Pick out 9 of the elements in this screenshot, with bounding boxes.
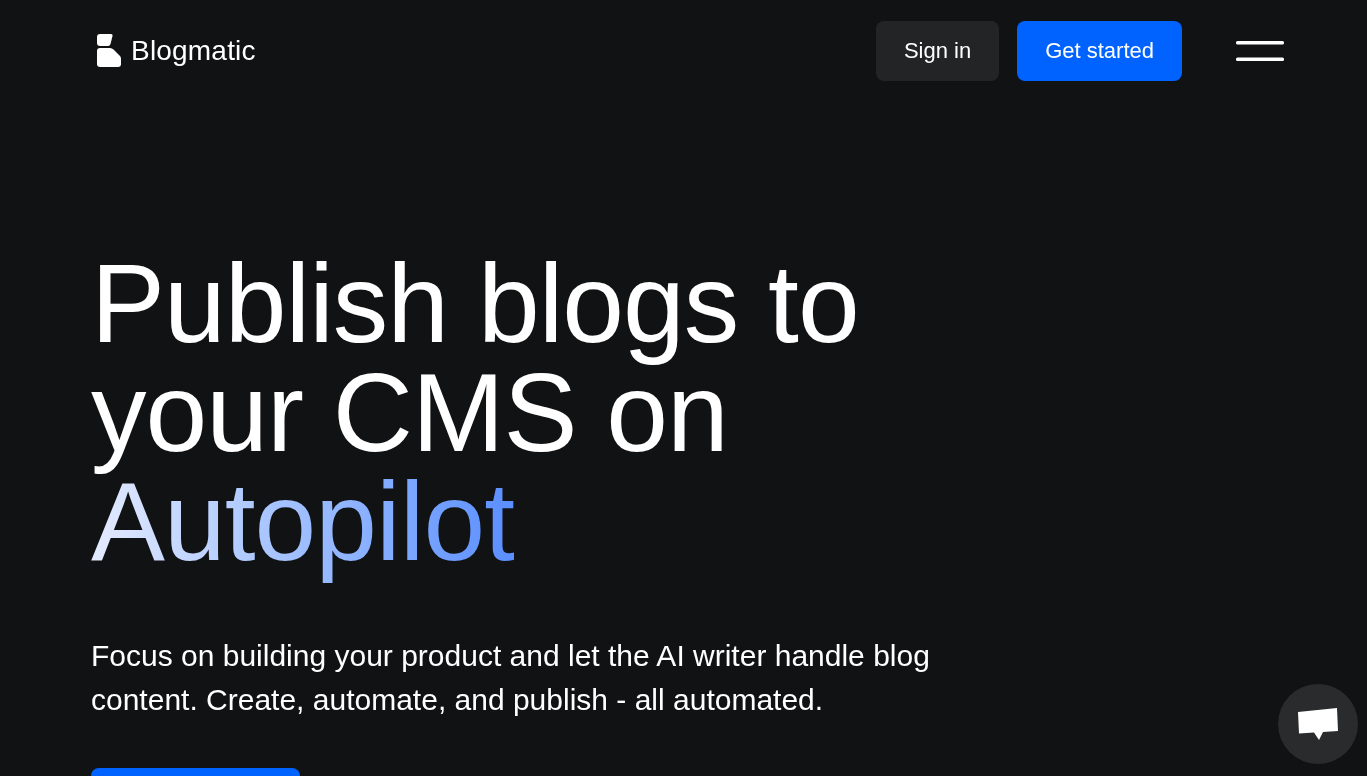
logo-icon [97, 34, 121, 67]
hero-headline: Publish blogs to your CMS on Autopilot [91, 250, 860, 586]
menu-button[interactable] [1236, 38, 1284, 63]
sign-in-button[interactable]: Sign in [875, 20, 1000, 81]
get-started-button[interactable]: Get started [1017, 20, 1182, 81]
logo-text[interactable]: Blogmatic [131, 36, 256, 65]
hero-description: Focus on building your product and let the AI writer handle blog content. Create, automate, and publish - all automated. [91, 638, 931, 718]
chat-bubble-icon [1297, 707, 1339, 741]
menu-icon [1236, 40, 1284, 61]
